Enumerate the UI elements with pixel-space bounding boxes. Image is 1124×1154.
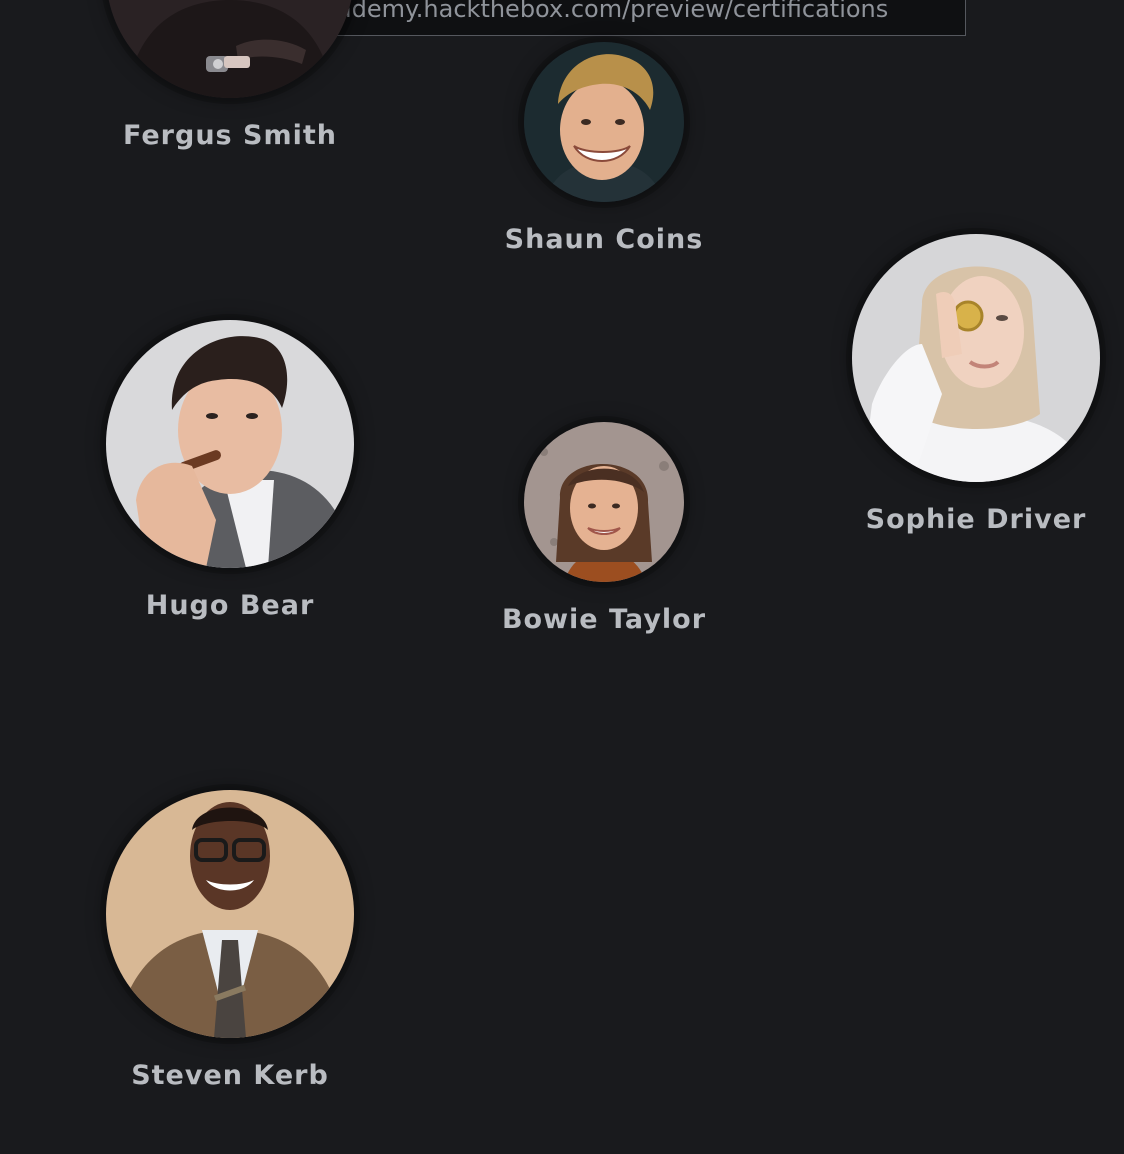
avatar	[852, 234, 1100, 482]
team-member-steven-kerb[interactable]: Steven Kerb	[70, 790, 390, 1091]
person-portrait-icon	[106, 790, 354, 1038]
person-portrait-icon	[852, 234, 1100, 482]
avatar	[106, 320, 354, 568]
member-name: Sophie Driver	[865, 504, 1087, 535]
person-portrait-icon	[106, 320, 354, 568]
team-member-fergus-smith[interactable]: Fergus Smith	[106, 0, 354, 151]
member-name: Shaun Coins	[504, 224, 704, 255]
team-member-shaun-coins[interactable]: Shaun Coins	[444, 42, 764, 255]
avatar	[524, 42, 684, 202]
member-name: Hugo Bear	[145, 590, 315, 621]
member-name: Bowie Taylor	[501, 604, 707, 635]
person-portrait-icon	[106, 0, 354, 98]
avatar	[106, 0, 354, 98]
team-member-bowie-taylor[interactable]: Bowie Taylor	[444, 422, 764, 635]
team-member-sophie-driver[interactable]: Sophie Driver	[816, 234, 1124, 535]
avatar	[106, 790, 354, 1038]
member-name: Fergus Smith	[123, 120, 337, 151]
team-member-hugo-bear[interactable]: Hugo Bear	[70, 320, 390, 621]
person-portrait-icon	[524, 42, 684, 202]
person-portrait-icon	[524, 422, 684, 582]
avatar	[524, 422, 684, 582]
member-name: Steven Kerb	[131, 1060, 329, 1091]
